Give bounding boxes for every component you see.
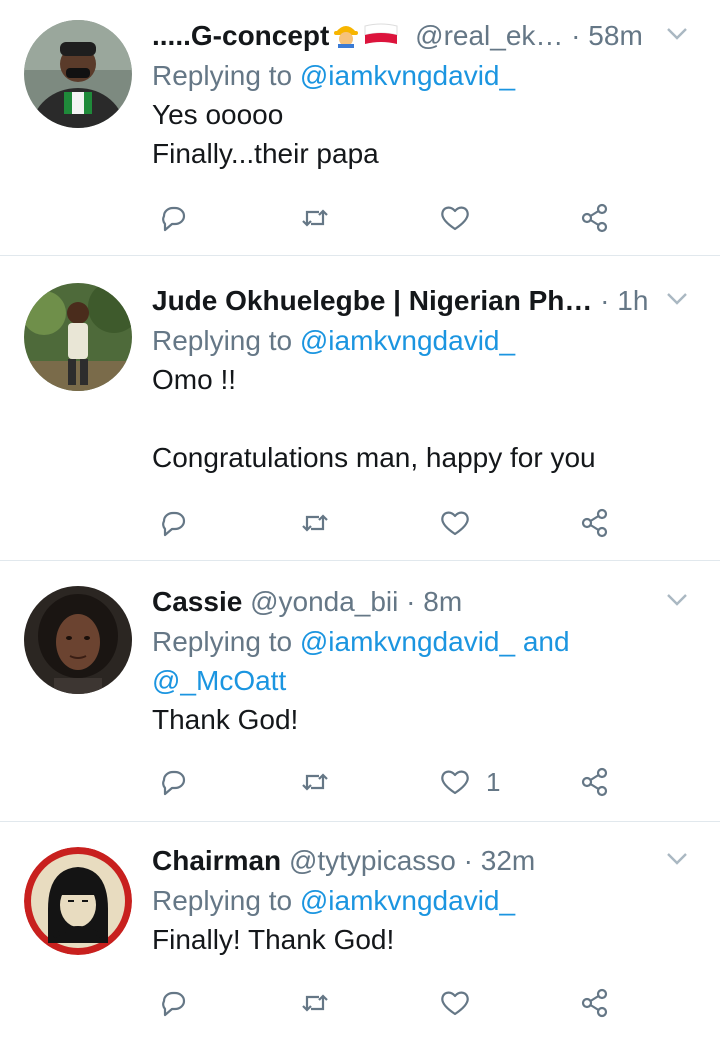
mention-link[interactable]: @iamkvngdavid_ (300, 60, 515, 91)
timestamp[interactable]: 1h (617, 285, 648, 316)
reply-button[interactable] (156, 983, 190, 1023)
tweet-2[interactable]: Jude Okhuelegbe | Nigerian Ph… · 1h Repl… (0, 257, 720, 561)
user-handle[interactable]: @tytypicasso (289, 845, 456, 876)
reply-button[interactable] (156, 503, 190, 543)
share-button[interactable] (578, 503, 612, 543)
tweet-header: Cassie @yonda_bii · 8m (152, 582, 704, 622)
tweet-3[interactable]: Cassie @yonda_bii · 8m Replying to @iamk… (0, 562, 720, 822)
replying-to: Replying to @iamkvngdavid_ and @_McOatt (152, 626, 570, 696)
like-button[interactable] (438, 983, 486, 1023)
retweet-button[interactable] (298, 198, 332, 238)
like-icon (441, 770, 469, 795)
like-count: 1 (486, 766, 501, 797)
replies-feed: .....G-concept @real_ek… · 58m Replying … (0, 0, 720, 1042)
mention-link[interactable]: @iamkvngdavid_ (300, 885, 515, 916)
reply-button[interactable] (156, 198, 190, 238)
timestamp[interactable]: 32m (481, 845, 535, 876)
chevron-down-icon[interactable] (662, 843, 692, 873)
tweet-1[interactable]: .....G-concept @real_ek… · 58m Replying … (0, 0, 720, 256)
share-button[interactable] (578, 762, 612, 802)
tweet-actions (152, 983, 622, 1023)
avatar-chairman[interactable] (24, 847, 132, 955)
retweet-button[interactable] (298, 503, 332, 543)
construction-worker-emoji-icon (331, 18, 361, 59)
retweet-icon (302, 514, 328, 532)
tweet-text: Yes ooooo Finally...their papa (152, 99, 379, 169)
share-icon (581, 508, 608, 538)
reply-icon (162, 770, 186, 796)
retweet-icon (302, 209, 328, 227)
poland-flag-emoji-icon (363, 19, 399, 59)
tweet-header: Chairman @tytypicasso · 32m (152, 841, 704, 881)
tweet-header: Jude Okhuelegbe | Nigerian Ph… · 1h (152, 281, 704, 321)
avatar-cassie[interactable] (24, 586, 132, 694)
retweet-icon (302, 773, 328, 791)
reply-icon (162, 511, 186, 537)
share-icon (581, 203, 608, 233)
avatar-jude-okhuelegbe[interactable] (24, 283, 132, 391)
tweet-4[interactable]: Chairman @tytypicasso · 32m Replying to … (0, 823, 720, 1042)
chevron-down-icon[interactable] (662, 283, 692, 313)
chevron-down-icon[interactable] (662, 18, 692, 48)
tweet-actions (152, 503, 622, 543)
reply-icon (162, 991, 186, 1017)
like-button[interactable] (438, 198, 486, 238)
share-icon (581, 767, 608, 797)
retweet-button[interactable] (298, 983, 332, 1023)
retweet-button[interactable] (298, 762, 332, 802)
user-handle[interactable]: @real_ek… (415, 20, 563, 51)
tweet-header: .....G-concept @real_ek… · 58m (152, 16, 704, 56)
display-name[interactable]: Cassie (152, 586, 242, 617)
replying-to: Replying to @iamkvngdavid_ (152, 60, 516, 91)
replying-to: Replying to @iamkvngdavid_ (152, 325, 516, 356)
tweet-text: Omo !! Congratulations man, happy for yo… (152, 364, 596, 473)
user-handle[interactable]: @yonda_bii (250, 586, 398, 617)
avatar-g-concept[interactable] (24, 20, 132, 128)
timestamp[interactable]: 58m (588, 20, 642, 51)
share-button[interactable] (578, 198, 612, 238)
tweet-text: Finally! Thank God! (152, 924, 395, 955)
display-name[interactable]: Jude Okhuelegbe | Nigerian Ph… (152, 285, 592, 316)
like-icon (441, 991, 469, 1016)
like-button[interactable] (438, 503, 486, 543)
like-icon (441, 511, 469, 536)
mention-link[interactable]: @iamkvngdavid_ (300, 325, 515, 356)
like-button[interactable]: 1 (438, 762, 500, 802)
timestamp[interactable]: 8m (423, 586, 462, 617)
retweet-icon (302, 994, 328, 1012)
display-name[interactable]: .....G-concept (152, 20, 329, 51)
chevron-down-icon[interactable] (662, 584, 692, 614)
tweet-actions: 1 (152, 762, 622, 802)
replying-to: Replying to @iamkvngdavid_ (152, 885, 516, 916)
share-button[interactable] (578, 983, 612, 1023)
share-icon (581, 988, 608, 1018)
reply-button[interactable] (156, 762, 190, 802)
like-icon (441, 206, 469, 231)
tweet-text: Thank God! (152, 704, 299, 735)
tweet-actions (152, 198, 622, 238)
display-name[interactable]: Chairman (152, 845, 281, 876)
reply-icon (162, 206, 186, 232)
